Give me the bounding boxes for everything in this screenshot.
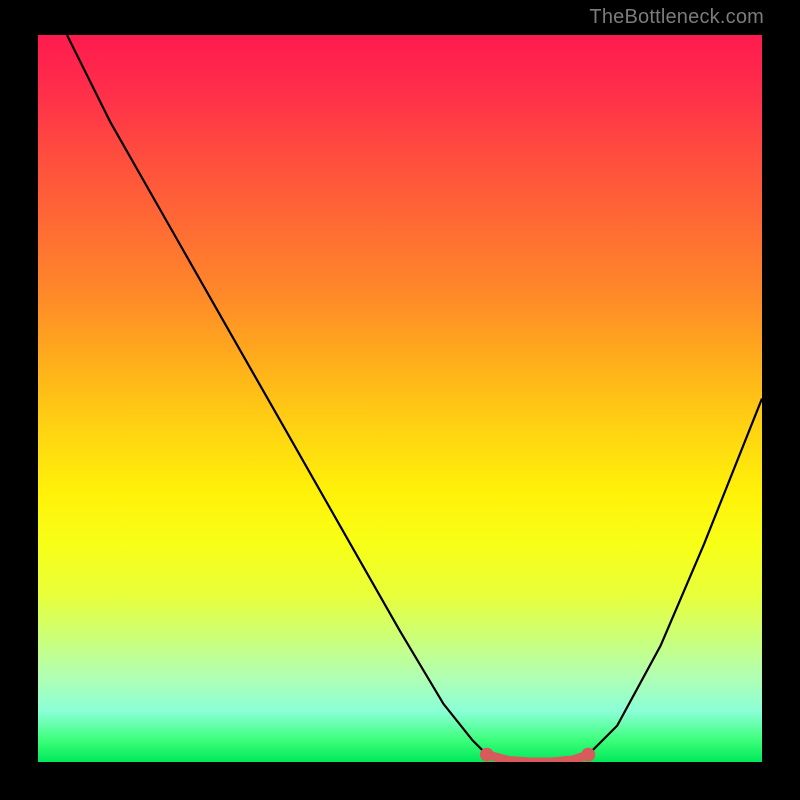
highlight-group [480,748,595,762]
bottleneck-curve [67,35,762,762]
marker-left [480,748,494,762]
flat-bottom-highlight [487,755,588,762]
watermark-text: TheBottleneck.com [589,6,764,29]
chart-svg [38,35,762,762]
marker-right [581,748,595,762]
curve-group [67,35,762,762]
plot-area [38,35,762,762]
chart-frame: TheBottleneck.com [0,0,800,800]
